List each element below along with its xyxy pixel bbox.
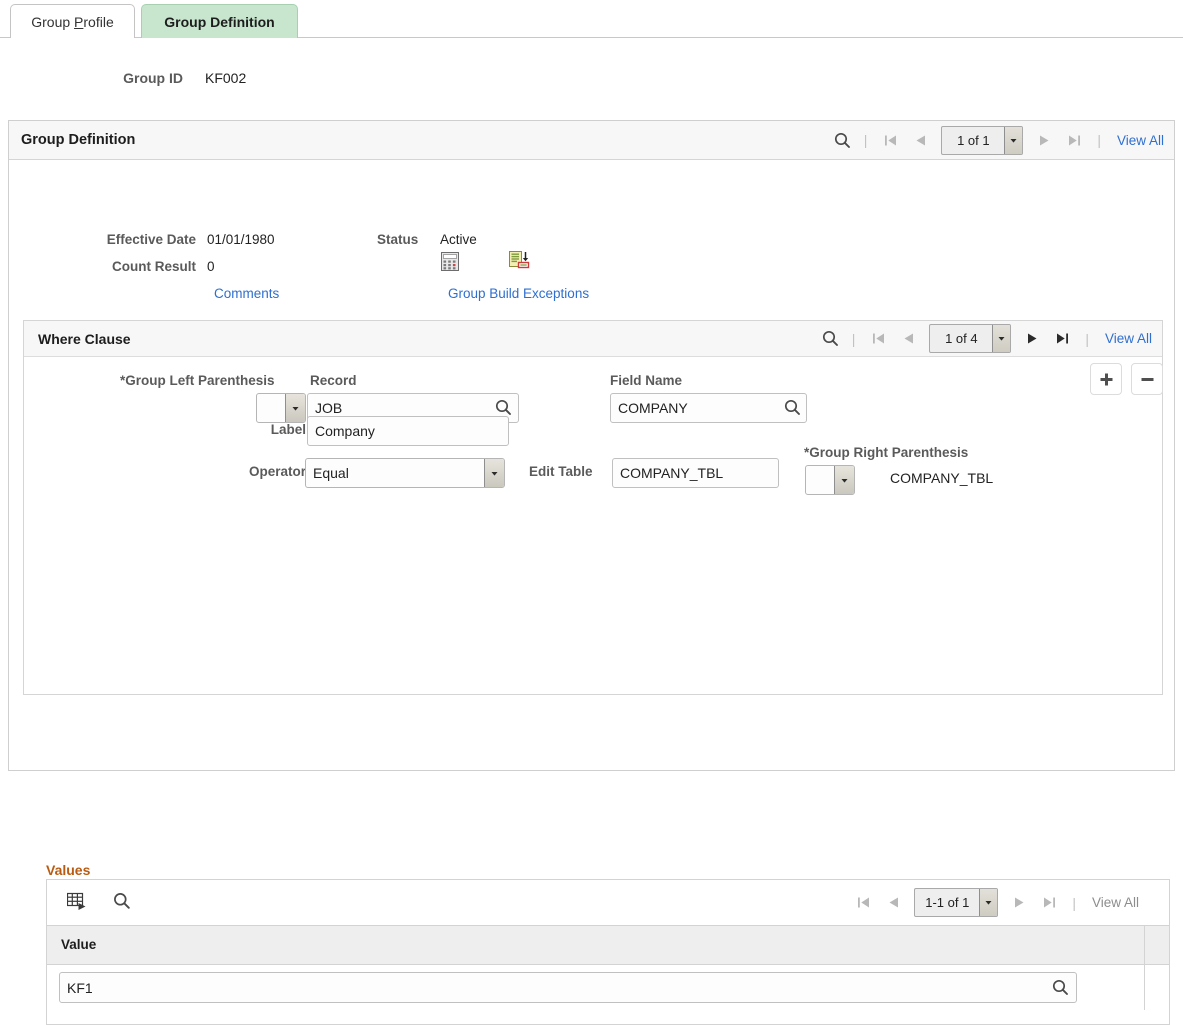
group-definition-last-page-icon[interactable]: [1059, 127, 1089, 153]
values-first-page-icon[interactable]: [848, 890, 878, 916]
record-label: Record: [310, 373, 357, 388]
group-left-parenthesis-value: [257, 394, 285, 422]
values-grid: 1-1 of 1 |: [46, 879, 1170, 1025]
group-id-row: Group ID KF002: [0, 70, 1183, 100]
effective-date-value: 01/01/1980: [207, 232, 275, 247]
edit-table-readonly-text: COMPANY_TBL: [890, 470, 993, 486]
operator-value: Equal: [306, 459, 484, 487]
where-clause-title: Where Clause: [38, 331, 131, 347]
group-definition-previous-page-icon[interactable]: [905, 127, 935, 153]
group-left-parenthesis-label: *Group Left Parenthesis: [120, 373, 275, 388]
record-lookup-icon[interactable]: [495, 399, 512, 416]
group-id-value: KF002: [205, 70, 246, 86]
group-definition-page-counter-text: 1 of 1: [942, 127, 1004, 154]
calculator-icon[interactable]: [441, 252, 459, 271]
tab-group-profile-label: Group Profile: [31, 14, 114, 30]
where-clause-body: *Group Left Parenthesis Record Field Nam…: [24, 357, 1162, 694]
remove-row-button[interactable]: [1131, 363, 1163, 395]
where-clause-page-counter[interactable]: 1 of 4: [929, 324, 1011, 353]
group-right-parenthesis-select[interactable]: [805, 465, 855, 495]
values-view-all-link[interactable]: View All: [1092, 895, 1139, 910]
where-clause-previous-page-icon[interactable]: [893, 326, 923, 352]
values-previous-page-icon[interactable]: [878, 890, 908, 916]
status-value: Active: [440, 232, 477, 247]
operator-select[interactable]: Equal: [305, 458, 505, 488]
value-input[interactable]: [59, 972, 1077, 1003]
group-left-parenthesis-select[interactable]: [256, 393, 306, 423]
nav-divider: |: [1064, 895, 1084, 911]
operator-label: Operator: [110, 464, 306, 479]
field-name-lookup-icon[interactable]: [784, 399, 801, 416]
comments-link[interactable]: Comments: [214, 286, 279, 301]
where-clause-header: Where Clause | 1 of 4: [24, 321, 1162, 357]
nav-divider-2: |: [1077, 331, 1097, 347]
values-last-page-icon[interactable]: [1034, 890, 1064, 916]
chevron-down-icon[interactable]: [1004, 127, 1022, 154]
nav-divider: |: [856, 132, 876, 148]
tab-group-definition-label: Group Definition: [164, 14, 274, 30]
values-grid-nav: 1-1 of 1 |: [848, 880, 1149, 925]
where-clause-next-page-icon[interactable]: [1017, 326, 1047, 352]
where-clause-panel: Where Clause | 1 of 4: [23, 320, 1163, 695]
edit-table-input[interactable]: [612, 458, 779, 488]
label-label: Label: [110, 422, 306, 437]
effective-date-label: Effective Date: [9, 232, 196, 247]
group-build-exceptions-icon[interactable]: [509, 251, 530, 271]
where-clause-view-all-link[interactable]: View All: [1105, 331, 1152, 346]
values-next-page-icon[interactable]: [1004, 890, 1034, 916]
personalize-grid-icon[interactable]: [67, 892, 87, 911]
where-clause-first-page-icon[interactable]: [863, 326, 893, 352]
values-page-counter[interactable]: 1-1 of 1: [914, 888, 998, 917]
value-lookup-icon[interactable]: [1052, 979, 1069, 996]
group-right-parenthesis-value: [806, 466, 834, 494]
where-clause-last-page-icon[interactable]: [1047, 326, 1077, 352]
group-definition-next-page-icon[interactable]: [1029, 127, 1059, 153]
group-definition-search-icon[interactable]: [830, 127, 856, 153]
values-section-label: Values: [46, 862, 90, 878]
values-grid-header-row: Value: [47, 926, 1169, 965]
tab-strip: Group Profile Group Definition: [0, 0, 1183, 38]
group-id-label: Group ID: [0, 70, 183, 86]
group-build-exceptions-link[interactable]: Group Build Exceptions: [448, 286, 589, 301]
values-page-counter-text: 1-1 of 1: [915, 889, 979, 916]
group-definition-page-counter[interactable]: 1 of 1: [941, 126, 1023, 155]
column-divider: [1144, 965, 1145, 1010]
count-result-label: Count Result: [9, 259, 196, 274]
chevron-down-icon[interactable]: [979, 889, 997, 916]
where-clause-page-counter-text: 1 of 4: [930, 325, 992, 352]
status-label: Status: [377, 232, 418, 247]
group-right-parenthesis-label: *Group Right Parenthesis: [804, 445, 968, 460]
edit-table-label: Edit Table: [529, 464, 593, 479]
where-clause-nav: | 1 of 4: [818, 321, 1162, 356]
chevron-down-icon[interactable]: [834, 466, 854, 494]
group-definition-view-all-link[interactable]: View All: [1117, 133, 1164, 148]
group-definition-first-page-icon[interactable]: [875, 127, 905, 153]
find-icon[interactable]: [113, 892, 131, 910]
values-grid-toolbar: 1-1 of 1 |: [47, 880, 1169, 926]
group-definition-header: Group Definition | 1 of 1: [9, 121, 1174, 160]
tab-group-definition[interactable]: Group Definition: [141, 4, 298, 38]
nav-divider-2: |: [1089, 132, 1109, 148]
where-clause-search-icon[interactable]: [818, 326, 844, 352]
chevron-down-icon[interactable]: [285, 394, 305, 422]
column-divider: [1144, 926, 1145, 964]
nav-divider: |: [844, 331, 864, 347]
group-definition-nav: | 1 of 1 | View All: [830, 121, 1174, 159]
chevron-down-icon[interactable]: [484, 459, 504, 487]
add-row-button[interactable]: [1090, 363, 1122, 395]
chevron-down-icon[interactable]: [992, 325, 1010, 352]
field-name-label: Field Name: [610, 373, 682, 388]
count-result-value: 0: [207, 259, 215, 274]
label-input[interactable]: [307, 416, 509, 446]
group-definition-panel: Group Definition | 1 of 1: [8, 120, 1175, 771]
tab-group-profile[interactable]: Group Profile: [10, 4, 135, 38]
values-column-header-value: Value: [61, 937, 96, 952]
field-name-input[interactable]: [610, 393, 807, 423]
group-definition-title: Group Definition: [21, 132, 135, 148]
table-row: [47, 965, 1169, 1010]
